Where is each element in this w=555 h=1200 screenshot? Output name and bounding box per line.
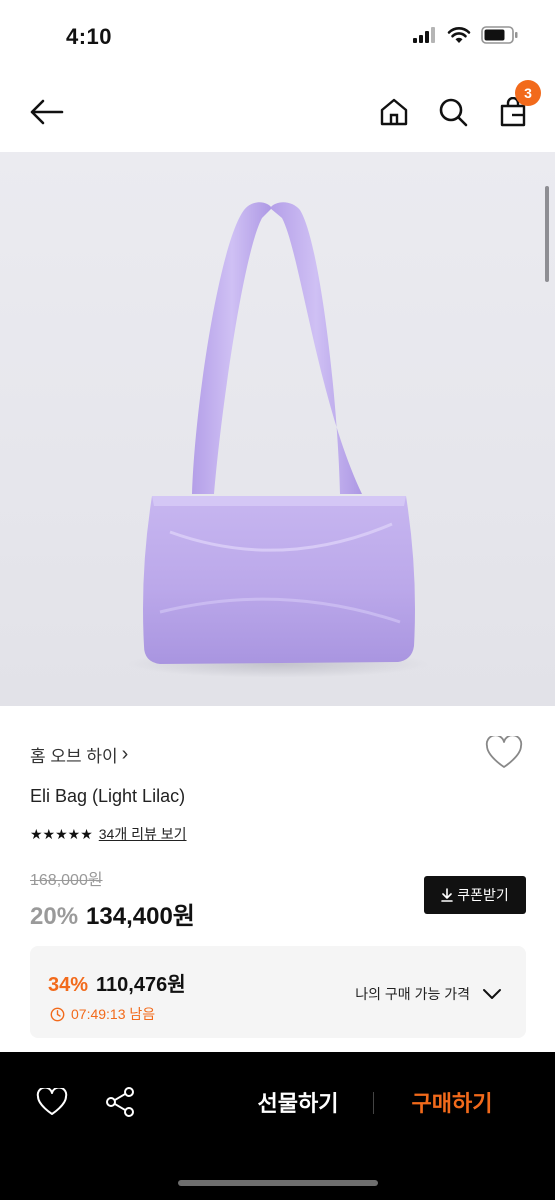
status-icons bbox=[413, 26, 519, 44]
share-icon bbox=[106, 1087, 134, 1117]
clock-icon bbox=[50, 1007, 65, 1021]
search-button[interactable] bbox=[431, 90, 475, 134]
heart-icon bbox=[36, 1088, 68, 1115]
battery-icon bbox=[481, 26, 518, 44]
share-button[interactable] bbox=[100, 1082, 140, 1122]
gift-button[interactable]: 선물하기 bbox=[228, 1082, 368, 1122]
timer-text: 07:49:13 남음 bbox=[71, 1006, 156, 1022]
cart-count-badge: 3 bbox=[515, 80, 541, 106]
my-price-toggle[interactable]: 나의 구매 가능 가격 bbox=[355, 984, 502, 1004]
best-discount-rate: 34% bbox=[48, 974, 89, 996]
home-indicator[interactable] bbox=[178, 1180, 378, 1186]
cart-button[interactable]: 3 bbox=[491, 80, 541, 134]
chevron-right-icon: › bbox=[121, 743, 129, 765]
brand-name: 홈 오브 하이 bbox=[30, 747, 118, 766]
coupon-label: 쿠폰받기 bbox=[457, 887, 509, 903]
rating-row: ★★★★★ 34개 리뷰 보기 bbox=[30, 824, 187, 844]
best-price: 110,476원 bbox=[96, 974, 186, 996]
home-icon bbox=[380, 98, 408, 126]
timer-row: 07:49:13 남음 bbox=[50, 1004, 155, 1024]
coupon-button[interactable]: 쿠폰받기 bbox=[424, 876, 526, 914]
discount-rate: 20% bbox=[30, 903, 79, 930]
sale-price: 134,400원 bbox=[86, 903, 195, 930]
wishlist-button[interactable] bbox=[485, 734, 525, 772]
divider bbox=[373, 1092, 374, 1114]
buy-button[interactable]: 구매하기 bbox=[382, 1082, 522, 1122]
download-icon bbox=[441, 888, 454, 902]
brand-link[interactable]: 홈 오브 하이 › bbox=[30, 742, 128, 767]
wifi-icon bbox=[447, 27, 471, 43]
search-icon bbox=[439, 98, 468, 127]
bottom-action-bar: 선물하기 구매하기 bbox=[0, 1052, 555, 1200]
back-button[interactable] bbox=[24, 90, 68, 134]
rating-stars-icon: ★★★★★ bbox=[30, 825, 93, 842]
heart-icon bbox=[485, 734, 523, 768]
best-price-box: 34% 110,476원 07:49:13 남음 나의 구매 가능 가격 bbox=[30, 946, 526, 1038]
status-time: 4:10 bbox=[66, 24, 113, 49]
product-image[interactable] bbox=[0, 152, 555, 706]
chevron-down-icon bbox=[483, 989, 501, 999]
best-price-row: 34% 110,476원 bbox=[48, 968, 186, 997]
my-price-label: 나의 구매 가능 가격 bbox=[355, 986, 470, 1002]
cellular-signal-icon bbox=[413, 27, 435, 43]
price-row: 20% 134,400원 bbox=[30, 896, 195, 931]
bag-photo bbox=[128, 202, 428, 678]
status-bar: 4:10 bbox=[0, 0, 555, 76]
original-price: 168,000원 bbox=[30, 872, 103, 889]
product-name: Eli Bag (Light Lilac) bbox=[30, 786, 186, 806]
bottom-wishlist-button[interactable] bbox=[32, 1082, 72, 1122]
home-button[interactable] bbox=[372, 90, 416, 134]
app-header: 3 bbox=[0, 76, 555, 152]
arrow-left-icon bbox=[30, 99, 64, 125]
review-link[interactable]: 34개 리뷰 보기 bbox=[99, 824, 187, 844]
image-scrollbar[interactable] bbox=[545, 186, 549, 282]
